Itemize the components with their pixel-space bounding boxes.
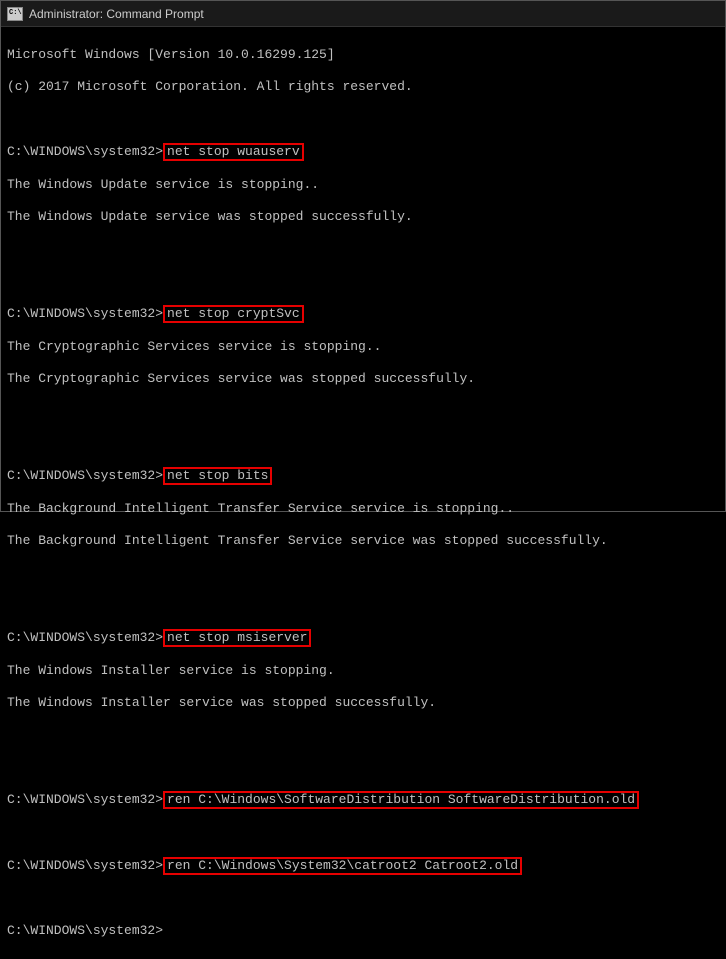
blank-line xyxy=(7,273,719,289)
copyright-line: (c) 2017 Microsoft Corporation. All righ… xyxy=(7,79,719,95)
command-line-2: C:\WINDOWS\system32>net stop cryptSvc xyxy=(7,305,719,323)
prompt: C:\WINDOWS\system32> xyxy=(7,468,163,483)
command-line-3: C:\WINDOWS\system32>net stop bits xyxy=(7,467,719,485)
prompt: C:\WINDOWS\system32> xyxy=(7,792,163,807)
prompt: C:\WINDOWS\system32> xyxy=(7,144,163,159)
output-1a: The Windows Update service is stopping.. xyxy=(7,177,719,193)
blank-line xyxy=(7,759,719,775)
output-2b: The Cryptographic Services service was s… xyxy=(7,371,719,387)
window-titlebar[interactable]: Administrator: Command Prompt xyxy=(1,1,725,27)
prompt: C:\WINDOWS\system32> xyxy=(7,306,163,321)
blank-line xyxy=(7,403,719,419)
command-line-6: C:\WINDOWS\system32>ren C:\Windows\Syste… xyxy=(7,857,719,875)
output-2a: The Cryptographic Services service is st… xyxy=(7,339,719,355)
blank-line xyxy=(7,435,719,451)
window-title: Administrator: Command Prompt xyxy=(29,7,204,21)
blank-line xyxy=(7,727,719,743)
output-4a: The Windows Installer service is stoppin… xyxy=(7,663,719,679)
blank-line xyxy=(7,565,719,581)
command-5: ren C:\Windows\SoftwareDistribution Soft… xyxy=(163,791,639,809)
command-2: net stop cryptSvc xyxy=(163,305,304,323)
output-3b: The Background Intelligent Transfer Serv… xyxy=(7,533,719,549)
blank-line xyxy=(7,891,719,907)
blank-line xyxy=(7,825,719,841)
command-6: ren C:\Windows\System32\catroot2 Catroot… xyxy=(163,857,522,875)
output-1b: The Windows Update service was stopped s… xyxy=(7,209,719,225)
terminal-content[interactable]: Microsoft Windows [Version 10.0.16299.12… xyxy=(1,27,725,959)
command-line-1: C:\WINDOWS\system32>net stop wuauserv xyxy=(7,143,719,161)
version-line: Microsoft Windows [Version 10.0.16299.12… xyxy=(7,47,719,63)
command-3: net stop bits xyxy=(163,467,272,485)
prompt-line-final: C:\WINDOWS\system32> xyxy=(7,923,719,939)
command-1: net stop wuauserv xyxy=(163,143,304,161)
output-3a: The Background Intelligent Transfer Serv… xyxy=(7,501,719,517)
prompt: C:\WINDOWS\system32> xyxy=(7,630,163,645)
command-line-5: C:\WINDOWS\system32>ren C:\Windows\Softw… xyxy=(7,791,719,809)
output-4b: The Windows Installer service was stoppe… xyxy=(7,695,719,711)
blank-line xyxy=(7,241,719,257)
cmd-icon xyxy=(7,7,23,21)
command-4: net stop msiserver xyxy=(163,629,311,647)
blank-line xyxy=(7,597,719,613)
prompt: C:\WINDOWS\system32> xyxy=(7,923,163,938)
blank-line xyxy=(7,111,719,127)
command-line-4: C:\WINDOWS\system32>net stop msiserver xyxy=(7,629,719,647)
prompt: C:\WINDOWS\system32> xyxy=(7,858,163,873)
